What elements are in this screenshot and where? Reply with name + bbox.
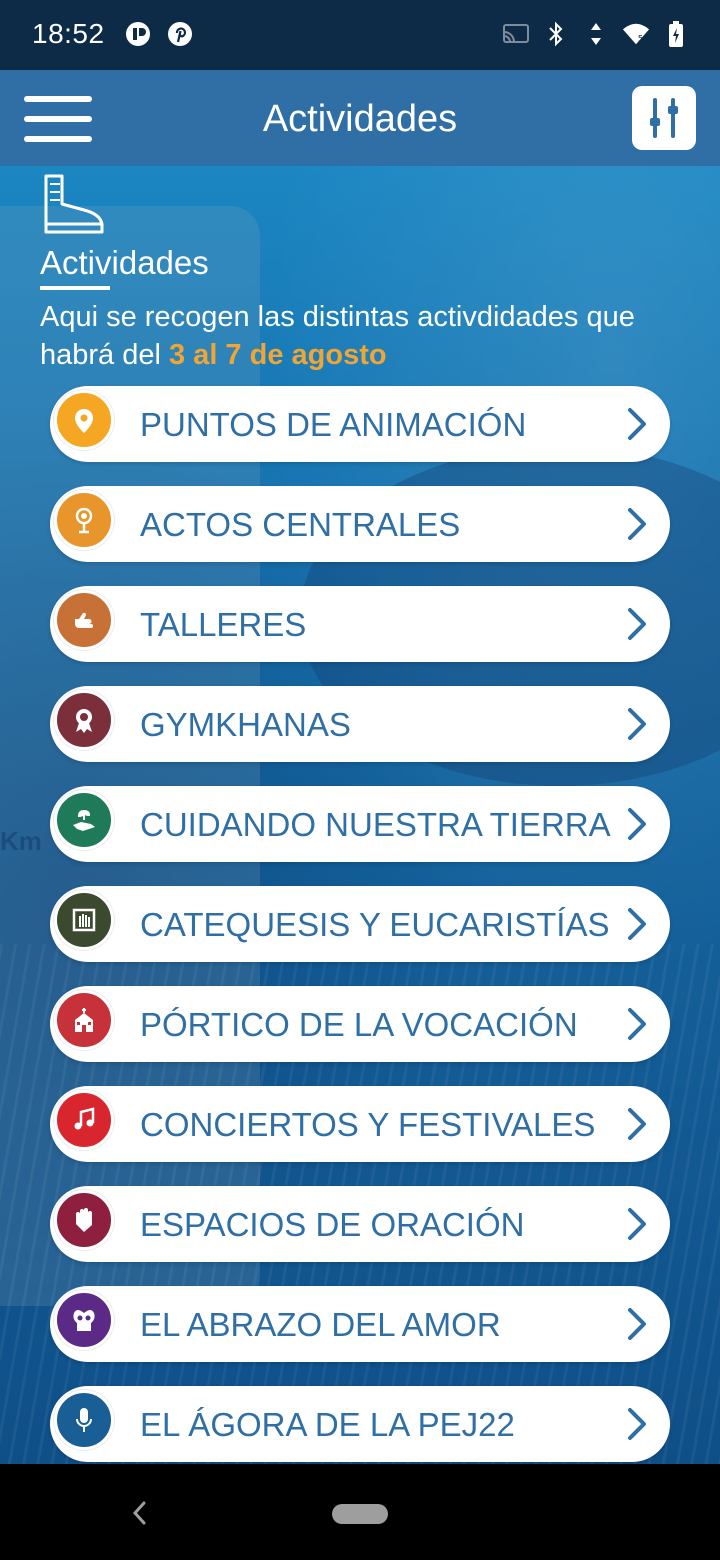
chevron-right-icon [628,1308,646,1340]
list-item[interactable]: CUIDANDO NUESTRA TIERRA [50,786,670,862]
list-item-label: EL ABRAZO DEL AMOR [140,1306,501,1343]
raised-hand-icon [54,890,114,950]
chevron-right-icon [628,408,646,440]
back-chevron-icon[interactable] [130,1500,148,1526]
battery-icon [662,20,690,48]
activities-content[interactable]: Km Actividades Aqui se recogen las disti… [0,166,720,1464]
list-item[interactable]: ESPACIOS DE ORACIÓN [50,1186,670,1262]
microphone-icon [54,1390,114,1450]
list-item-label: EL ÁGORA DE LA PEJ22 [140,1406,515,1443]
list-item[interactable]: CATEQUESIS Y EUCARISTÍAS [50,886,670,962]
status-left-icons [124,20,194,48]
list-item-label: ESPACIOS DE ORACIÓN [140,1206,525,1243]
page-title: Actividades [262,98,458,140]
list-item-label: TALLERES [140,606,307,643]
home-pill-icon[interactable] [332,1504,388,1524]
section-title: Actividades [40,244,209,281]
sliders-icon [650,98,678,138]
section-underline [40,286,110,290]
list-item-label: GYMKHANAS [140,706,351,743]
list-item[interactable]: CONCIERTOS Y FESTIVALES [50,1086,670,1162]
plant-in-hand-icon [54,790,114,850]
status-right-icons: 5 [502,20,690,48]
svg-text:5: 5 [638,33,643,43]
location-pin-icon [54,390,114,450]
list-item[interactable]: PUNTOS DE ANIMACIÓN [50,386,670,462]
embrace-icon [54,1290,114,1350]
app-bar: Actividades [0,70,720,166]
list-item-label: CUIDANDO NUESTRA TIERRA [140,806,611,843]
chevron-right-icon [628,1408,646,1440]
praying-hands-icon [54,1190,114,1250]
wifi-icon: 5 [622,20,650,48]
chevron-right-icon [628,608,646,640]
chevron-right-icon [628,508,646,540]
notification-app-icon [124,20,152,48]
chevron-right-icon [628,908,646,940]
date-highlight: 3 al 7 de agosto [169,339,387,371]
list-item-label: CONCIERTOS Y FESTIVALES [140,1106,596,1143]
church-icon [54,990,114,1050]
section-description: Aqui se recogen las distintas activdidad… [40,298,680,374]
chevron-right-icon [628,708,646,740]
chevron-right-icon [628,1008,646,1040]
hand-icon [54,590,114,650]
status-bar: 18:52 5 [0,0,720,70]
list-item-label: PUNTOS DE ANIMACIÓN [140,406,527,443]
status-time: 18:52 [32,18,105,49]
bluetooth-icon [542,20,570,48]
filter-button[interactable] [632,86,696,150]
boot-icon [44,174,104,234]
list-item[interactable]: EL ÁGORA DE LA PEJ22 [50,1386,670,1462]
list-item[interactable]: PÓRTICO DE LA VOCACIÓN [50,986,670,1062]
navigation-bar [0,1464,720,1560]
list-item-label: PÓRTICO DE LA VOCACIÓN [140,1006,578,1043]
chevron-right-icon [628,1108,646,1140]
list-item-label: ACTOS CENTRALES [140,506,461,543]
list-item-label: CATEQUESIS Y EUCARISTÍAS [140,906,610,943]
music-note-icon [54,1090,114,1150]
cast-icon [502,20,530,48]
pinterest-icon [166,20,194,48]
podium-icon [54,490,114,550]
list-item[interactable]: GYMKHANAS [50,686,670,762]
list-item[interactable]: ACTOS CENTRALES [50,486,670,562]
award-icon [54,690,114,750]
background-km-marker: Km [0,826,42,856]
list-item[interactable]: EL ABRAZO DEL AMOR [50,1286,670,1362]
chevron-right-icon [628,808,646,840]
chevron-right-icon [628,1208,646,1240]
list-item[interactable]: TALLERES [50,586,670,662]
data-arrows-icon [582,20,610,48]
